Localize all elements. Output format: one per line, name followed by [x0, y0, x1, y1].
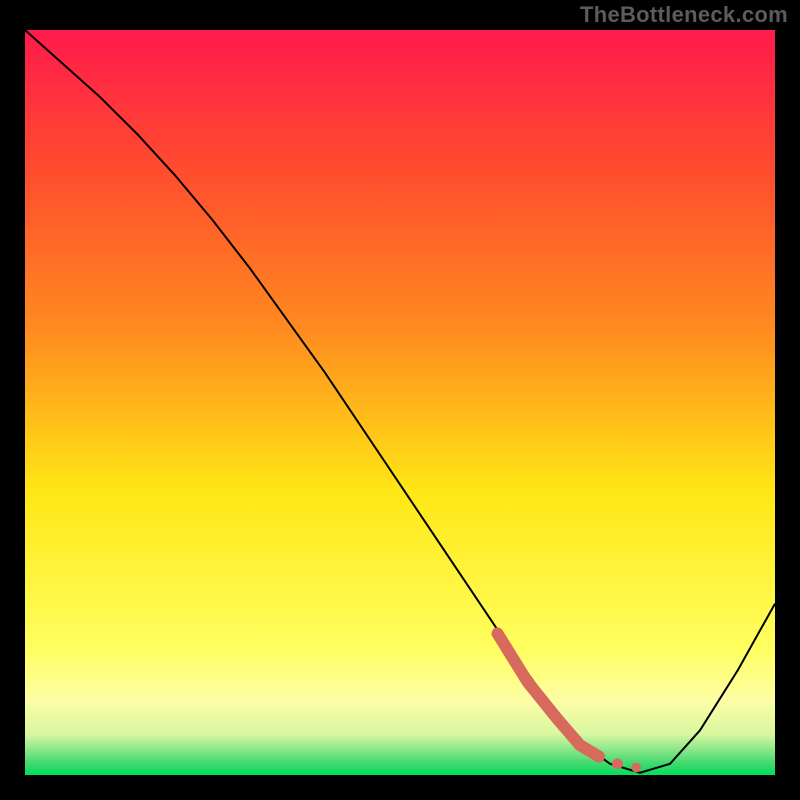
chart-background: [25, 30, 775, 775]
chart-plot: [25, 30, 775, 775]
sweet-spot-dot: [593, 750, 605, 762]
sweet-spot-dot: [612, 758, 623, 769]
attribution-label: TheBottleneck.com: [580, 2, 788, 28]
chart-svg: [25, 30, 775, 775]
sweet-spot-dot: [631, 763, 641, 773]
page-root: TheBottleneck.com: [0, 0, 800, 800]
